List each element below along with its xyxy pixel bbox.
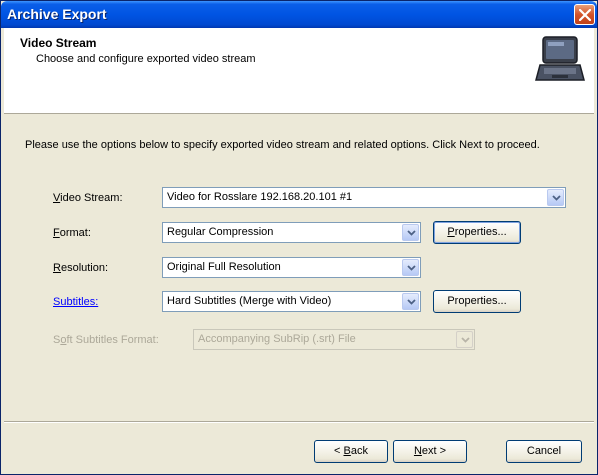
next-button[interactable]: Next > — [393, 440, 467, 463]
resolution-value: Original Full Resolution — [167, 261, 281, 273]
resolution-label-rest: esolution: — [60, 262, 109, 274]
resolution-label-key: R — [53, 262, 61, 274]
subtitles-select[interactable]: Hard Subtitles (Merge with Video) — [162, 291, 421, 312]
close-button[interactable] — [574, 4, 595, 25]
chevron-down-icon — [407, 230, 416, 236]
soft-subtitles-label-rest: ft Subtitles Format: — [66, 334, 159, 346]
soft-subtitles-format-value: Accompanying SubRip (.srt) File — [198, 333, 356, 345]
wizard-header: Video Stream Choose and configure export… — [4, 28, 594, 114]
subtitles-value: Hard Subtitles (Merge with Video) — [167, 295, 332, 307]
chevron-down-icon — [407, 265, 416, 271]
cancel-button[interactable]: Cancel — [506, 440, 582, 463]
format-label-rest: ormat: — [59, 227, 91, 239]
subtitles-properties-button[interactable]: Properties... — [433, 290, 521, 313]
intro-text: Please use the options below to specify … — [25, 139, 540, 151]
next-button-key: N — [413, 445, 422, 457]
soft-subtitles-format-label: Soft Subtitles Format: — [53, 334, 159, 346]
step-title: Video Stream — [20, 36, 97, 50]
back-button-rest: ack — [350, 445, 368, 457]
format-label: Format: — [53, 227, 91, 239]
footer-divider — [4, 421, 594, 423]
format-dropdown-button[interactable] — [402, 224, 419, 241]
step-subtitle: Choose and configure exported video stre… — [36, 53, 256, 65]
close-icon — [579, 9, 591, 21]
chevron-down-icon — [461, 337, 470, 343]
chevron-down-icon — [552, 195, 561, 201]
subtitles-dropdown-button[interactable] — [402, 293, 419, 310]
format-select[interactable]: Regular Compression — [162, 222, 421, 243]
chevron-down-icon — [407, 299, 416, 305]
video-stream-dropdown-button[interactable] — [547, 189, 564, 206]
window-title: Archive Export — [7, 6, 107, 22]
format-properties-rest: roperties... — [454, 226, 507, 238]
soft-subtitles-dropdown-button — [456, 331, 473, 348]
title-bar[interactable]: Archive Export — [1, 1, 597, 28]
video-stream-label-rest: ideo Stream: — [60, 192, 123, 204]
resolution-dropdown-button[interactable] — [402, 259, 419, 276]
video-stream-label: Video Stream: — [53, 192, 123, 204]
video-stream-value: Video for Rosslare 192.168.20.101 #1 — [167, 191, 353, 203]
resolution-select[interactable]: Original Full Resolution — [162, 257, 421, 278]
next-button-rest: ext > — [421, 445, 447, 457]
back-button-pre: < — [334, 445, 344, 457]
archive-export-dialog: Archive Export Video Stream Choose and c… — [0, 0, 598, 475]
back-button[interactable]: < Back — [314, 440, 388, 463]
format-value: Regular Compression — [167, 226, 274, 238]
format-label-key: F — [53, 227, 60, 239]
subtitles-link[interactable]: Subtitles: — [53, 296, 98, 308]
back-button-key: B — [343, 445, 351, 457]
format-properties-button[interactable]: Properties... — [433, 221, 521, 244]
resolution-label: Resolution: — [53, 262, 108, 274]
format-properties-key: P — [447, 226, 455, 238]
soft-subtitles-format-select: Accompanying SubRip (.srt) File — [193, 329, 475, 350]
laptop-icon — [535, 36, 585, 81]
video-stream-select[interactable]: Video for Rosslare 192.168.20.101 #1 — [162, 187, 566, 208]
